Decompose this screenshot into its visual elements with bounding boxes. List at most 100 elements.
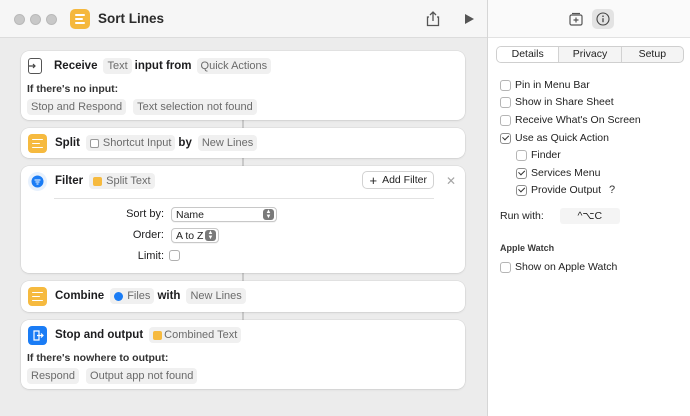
minimize-window-button[interactable] xyxy=(30,14,41,25)
finder-checkbox[interactable] xyxy=(516,149,527,161)
order-label: Order: xyxy=(132,229,164,241)
option-label: Provide Output xyxy=(531,184,602,196)
option-label: Finder xyxy=(531,149,561,161)
option-pin-in-menu-bar[interactable]: Pin in Menu Bar xyxy=(500,79,590,91)
run-with-label: Run with: xyxy=(500,210,544,222)
option-label: Show on Apple Watch xyxy=(515,261,618,273)
sort-by-select[interactable]: Name ▲ ▼ xyxy=(171,207,277,222)
show-on-apple-watch-checkbox[interactable] xyxy=(500,261,511,273)
option-label: Use as Quick Action xyxy=(515,132,609,144)
filter-action-card[interactable]: Filter Split Text + Add Filter ✕ Sort by… xyxy=(21,166,465,273)
input-type-token[interactable]: Text xyxy=(103,58,132,74)
combine-input-token[interactable]: Files xyxy=(110,288,155,304)
combine-action-card[interactable]: Combine Files with New Lines xyxy=(21,281,465,312)
split-text-icon xyxy=(93,176,103,186)
action-connector xyxy=(242,273,244,281)
split-input-token[interactable]: Shortcut Input xyxy=(85,135,176,151)
action-connector xyxy=(242,312,244,320)
use-as-quick-action-checkbox[interactable] xyxy=(500,132,511,144)
option-receive-whats-on-screen[interactable]: Receive What's On Screen xyxy=(500,114,641,126)
split-connector-text: by xyxy=(178,137,192,149)
stop-output-input-token[interactable]: Combined Text xyxy=(149,327,242,343)
filter-input-token-label: Split Text xyxy=(106,175,151,187)
option-services-menu[interactable]: Services Menu xyxy=(516,167,600,179)
shortcut-app-icon xyxy=(70,9,90,29)
sort-by-label: Sort by: xyxy=(126,208,164,220)
order-select[interactable]: A to Z ▲ ▼ xyxy=(171,228,219,243)
tab-privacy[interactable]: Privacy xyxy=(559,47,622,62)
shortcut-input-icon xyxy=(89,138,99,148)
split-verb: Split xyxy=(55,137,80,149)
option-show-on-apple-watch[interactable]: Show on Apple Watch xyxy=(500,261,617,273)
pin-in-menu-bar-checkbox[interactable] xyxy=(500,79,511,91)
combined-text-icon xyxy=(153,330,163,340)
limit-checkbox[interactable] xyxy=(169,250,180,261)
sort-by-value: Name xyxy=(176,208,205,221)
order-value: A to Z xyxy=(176,229,204,242)
add-action-library-icon[interactable] xyxy=(567,10,585,28)
nowhere-behavior-token[interactable]: Respond xyxy=(27,368,80,384)
add-filter-button[interactable]: + Add Filter xyxy=(362,171,434,189)
chevron-updown-icon: ▲ ▼ xyxy=(205,230,216,241)
receive-action-card[interactable]: Receive Text input from Quick Actions If… xyxy=(21,51,465,120)
services-menu-checkbox[interactable] xyxy=(516,167,527,179)
details-sidebar: Details Privacy Setup Pin in Menu Bar Sh… xyxy=(487,0,690,416)
zoom-window-button[interactable] xyxy=(46,14,57,25)
option-label: Services Menu xyxy=(531,167,601,179)
help-icon[interactable]: ? xyxy=(609,184,615,196)
receive-whats-on-screen-checkbox[interactable] xyxy=(500,114,511,126)
tab-setup[interactable]: Setup xyxy=(622,47,683,62)
receive-verb: Receive xyxy=(54,60,98,72)
split-separator-token[interactable]: New Lines xyxy=(197,135,258,151)
files-icon xyxy=(114,291,124,301)
stop-output-icon xyxy=(28,325,47,345)
option-label: Show in Share Sheet xyxy=(515,96,614,108)
tab-details[interactable]: Details xyxy=(497,47,560,62)
share-icon[interactable] xyxy=(424,10,442,28)
window: Sort Lines Receive Text input from Quick… xyxy=(0,0,690,416)
provide-output-checkbox[interactable] xyxy=(516,184,527,196)
input-source-token[interactable]: Quick Actions xyxy=(196,58,272,74)
shortcut-editor: Receive Text input from Quick Actions If… xyxy=(0,39,487,416)
combine-connector-text: with xyxy=(157,290,181,302)
info-icon[interactable] xyxy=(592,9,614,29)
run-play-icon[interactable] xyxy=(460,10,478,28)
receive-input-icon xyxy=(28,58,42,74)
action-connector xyxy=(242,120,244,128)
filter-input-token[interactable]: Split Text xyxy=(89,173,155,189)
combine-input-token-label: Files xyxy=(127,290,151,302)
option-label: Pin in Menu Bar xyxy=(515,79,590,91)
limit-label: Limit: xyxy=(137,250,164,262)
no-input-behavior-token[interactable]: Stop and Respond xyxy=(27,99,127,115)
combine-verb: Combine xyxy=(55,290,105,302)
text-action-icon xyxy=(28,286,47,306)
stop-output-input-token-label: Combined Text xyxy=(164,329,238,341)
stop-output-verb: Stop and output xyxy=(55,329,144,341)
filter-divider xyxy=(54,198,434,199)
no-input-message-token[interactable]: Text selection not found xyxy=(133,99,257,115)
stop-output-action-card[interactable]: Stop and output Combined Text If there's… xyxy=(21,320,465,389)
window-title: Sort Lines xyxy=(98,11,165,26)
show-in-share-sheet-checkbox[interactable] xyxy=(500,96,511,108)
sidebar-toolbar xyxy=(488,0,690,38)
sidebar-tabs: Details Privacy Setup xyxy=(496,46,684,63)
nowhere-message-token[interactable]: Output app not found xyxy=(86,368,198,384)
split-input-token-label: Shortcut Input xyxy=(102,137,172,149)
close-icon[interactable]: ✕ xyxy=(446,174,456,188)
apple-watch-section-title: Apple Watch xyxy=(500,243,555,253)
option-show-in-share-sheet[interactable]: Show in Share Sheet xyxy=(500,96,614,108)
nowhere-to-output-label: If there's nowhere to output: xyxy=(27,352,169,364)
title-bar: Sort Lines xyxy=(0,0,487,38)
keyboard-shortcut-field[interactable]: ^⌥C xyxy=(559,208,620,224)
combine-separator-token[interactable]: New Lines xyxy=(186,288,246,304)
close-window-button[interactable] xyxy=(14,14,25,25)
no-input-label: If there's no input: xyxy=(27,83,119,95)
option-provide-output[interactable]: Provide Output ? xyxy=(516,184,615,196)
option-finder[interactable]: Finder xyxy=(516,149,561,161)
plus-icon: + xyxy=(369,172,378,188)
text-action-icon xyxy=(28,133,47,153)
chevron-updown-icon: ▲ ▼ xyxy=(263,209,274,220)
option-use-as-quick-action[interactable]: Use as Quick Action xyxy=(500,132,609,144)
filter-verb: Filter xyxy=(55,175,84,187)
split-action-card[interactable]: Split Shortcut Input by New Lines xyxy=(21,128,465,158)
